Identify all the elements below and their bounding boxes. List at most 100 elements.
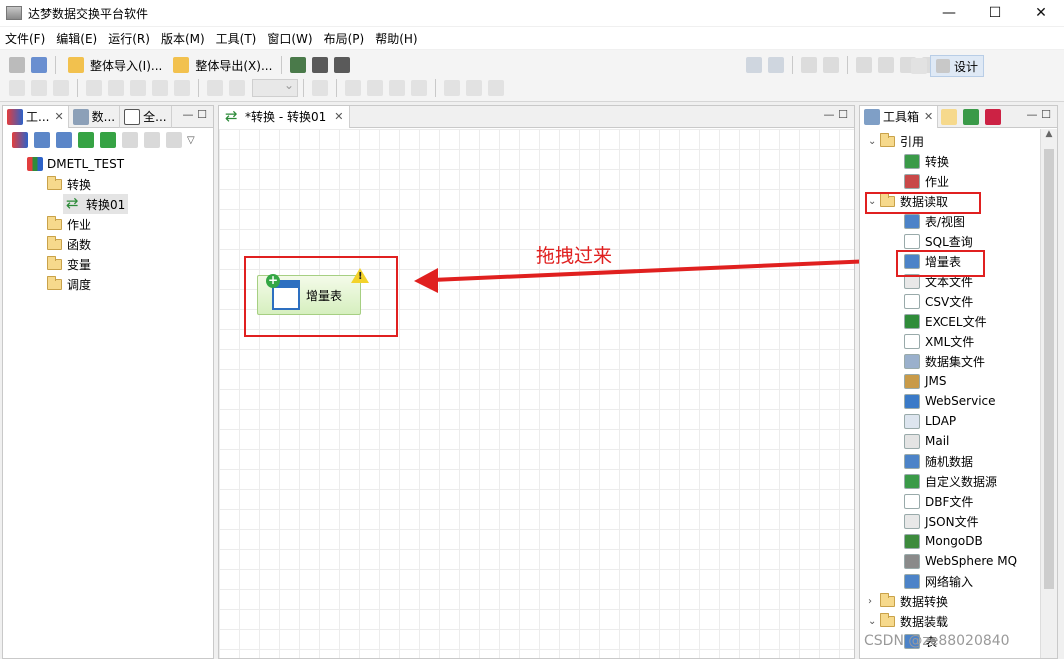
connect-icon[interactable] <box>31 57 47 73</box>
toolbox-item[interactable]: 自定义数据源 <box>904 471 997 491</box>
menu-layout[interactable]: 布局(P) <box>319 30 371 47</box>
layout-icon[interactable] <box>9 80 25 96</box>
toolbox-item[interactable]: 数据集文件 <box>904 351 985 371</box>
tab-datasource[interactable]: 数... <box>69 105 121 128</box>
traffic-light-icon[interactable] <box>312 57 329 73</box>
maximize-panel-icon[interactable]: ☐ <box>195 108 209 121</box>
toolbox-item[interactable]: 作业 <box>904 171 949 191</box>
resume-icon[interactable] <box>444 80 460 96</box>
toolbox-item[interactable]: 转换 <box>904 151 949 171</box>
menu-run[interactable]: 运行(R) <box>103 30 156 47</box>
tree-root[interactable]: DMETL_TEST <box>27 154 124 174</box>
tree-folder-job[interactable]: 作业 <box>47 214 91 234</box>
folder-icon[interactable] <box>941 108 958 125</box>
toolbox-item[interactable]: JSON文件 <box>904 511 979 531</box>
toolbox-item[interactable]: WebSphere MQ <box>904 551 1017 571</box>
import-all-button[interactable]: 整体导入(I)... <box>61 55 166 75</box>
step-into-icon[interactable] <box>389 80 405 96</box>
open-perspective-icon[interactable] <box>910 58 927 74</box>
layout-icon[interactable] <box>53 80 69 96</box>
back-icon[interactable] <box>144 132 160 148</box>
toolbox-scrollbar[interactable]: ▲ <box>1040 129 1057 658</box>
layout-icon[interactable] <box>31 80 47 96</box>
refresh-icon[interactable] <box>100 132 116 148</box>
toolbox-item[interactable]: WebService <box>904 391 996 411</box>
toolbox-folder[interactable]: ⌄ 数据装载 <box>868 611 948 631</box>
traffic-light-icon[interactable] <box>290 57 307 73</box>
design-perspective-button[interactable]: 设计 <box>929 55 984 77</box>
toolbox-item[interactable]: 表/视图 <box>904 211 965 231</box>
align-icon[interactable] <box>130 80 146 96</box>
maximize-panel-icon[interactable]: ☐ <box>1039 108 1053 121</box>
menu-edit[interactable]: 编辑(E) <box>51 30 103 47</box>
redo-icon[interactable] <box>823 57 840 73</box>
minimize-panel-icon[interactable]: — <box>1025 108 1039 121</box>
export-all-button[interactable]: 整体导出(X)... <box>166 55 276 75</box>
close-icon[interactable]: ✕ <box>54 110 63 123</box>
tree-item-transform01[interactable]: 转换01 <box>63 194 129 214</box>
align-icon[interactable] <box>174 80 190 96</box>
tree-folder-function[interactable]: 函数 <box>47 234 91 254</box>
toolbox-item[interactable]: CSV文件 <box>904 291 973 311</box>
tab-transform01[interactable]: *转换 - 转换01 ✕ <box>219 105 351 128</box>
menu-window[interactable]: 窗口(W) <box>262 30 318 47</box>
toolbox-item[interactable]: 随机数据 <box>904 451 973 471</box>
tree-folder-schedule[interactable]: 调度 <box>47 274 91 294</box>
undo-icon[interactable] <box>801 57 818 73</box>
toolbox-item[interactable]: LDAP <box>904 411 956 431</box>
toolbox-item[interactable]: SQL查询 <box>904 231 973 251</box>
copy-icon[interactable] <box>878 57 895 73</box>
chevron-down-icon[interactable]: ⌄ <box>868 136 880 147</box>
toolbox-item[interactable]: Mail <box>904 431 949 451</box>
zoom-in-icon[interactable] <box>207 80 223 96</box>
tab-project[interactable]: 工... ✕ <box>3 105 69 128</box>
toolbox-folder[interactable]: ⌄ 引用 <box>868 131 924 151</box>
cut-icon[interactable] <box>856 57 873 73</box>
toolbox-folder[interactable]: › 数据转换 <box>868 591 948 611</box>
run-config-icon[interactable] <box>312 80 328 96</box>
close-button[interactable]: ✕ <box>1018 0 1064 26</box>
home-icon[interactable] <box>122 132 138 148</box>
save-icon[interactable] <box>746 57 763 73</box>
pause-icon[interactable] <box>466 80 482 96</box>
toolbox-item[interactable]: DBF文件 <box>904 491 973 511</box>
menu-help[interactable]: 帮助(H) <box>370 30 423 47</box>
minimize-panel-icon[interactable]: — <box>181 108 195 121</box>
close-icon[interactable]: ✕ <box>334 110 343 123</box>
scroll-up-icon[interactable]: ▲ <box>1041 129 1057 146</box>
chevron-down-icon[interactable]: ⌄ <box>868 616 880 627</box>
new-project-icon[interactable] <box>12 132 28 148</box>
scroll-thumb[interactable] <box>1044 149 1054 589</box>
save-all-icon[interactable] <box>768 57 785 73</box>
toolbox-item[interactable]: XML文件 <box>904 331 974 351</box>
minimize-button[interactable]: — <box>926 0 972 26</box>
menu-tools[interactable]: 工具(T) <box>211 30 263 47</box>
maximize-panel-icon[interactable]: ☐ <box>836 108 850 121</box>
design-canvas[interactable]: 增量表 ! <box>219 129 854 658</box>
close-icon[interactable]: ✕ <box>924 110 933 123</box>
align-icon[interactable] <box>108 80 124 96</box>
minimize-panel-icon[interactable]: — <box>822 108 836 121</box>
zoom-out-icon[interactable] <box>229 80 245 96</box>
toolbox-item[interactable]: JMS <box>904 371 947 391</box>
transform-icon[interactable] <box>963 108 980 125</box>
toolbox-item[interactable]: MongoDB <box>904 531 983 551</box>
menu-file[interactable]: 文件(F) <box>0 30 51 47</box>
align-icon[interactable] <box>152 80 168 96</box>
tree-folder-variable[interactable]: 变量 <box>47 254 91 274</box>
debug-icon[interactable] <box>411 80 427 96</box>
maximize-button[interactable]: ☐ <box>972 0 1018 26</box>
traffic-light-icon[interactable] <box>334 57 351 73</box>
run-icon[interactable] <box>345 80 361 96</box>
toolbox-item[interactable]: 网络输入 <box>904 571 973 591</box>
stop-icon[interactable] <box>488 80 504 96</box>
forward-icon[interactable] <box>166 132 182 148</box>
toolbox-item[interactable]: EXCEL文件 <box>904 311 987 331</box>
zoom-select[interactable] <box>252 78 298 97</box>
job-icon[interactable] <box>985 108 1002 125</box>
up-icon[interactable] <box>78 132 94 148</box>
tab-global[interactable]: 全... <box>120 105 172 128</box>
align-icon[interactable] <box>86 80 102 96</box>
tab-toolbox[interactable]: 工具箱 ✕ <box>860 105 939 128</box>
disconnect-icon[interactable] <box>9 57 25 73</box>
